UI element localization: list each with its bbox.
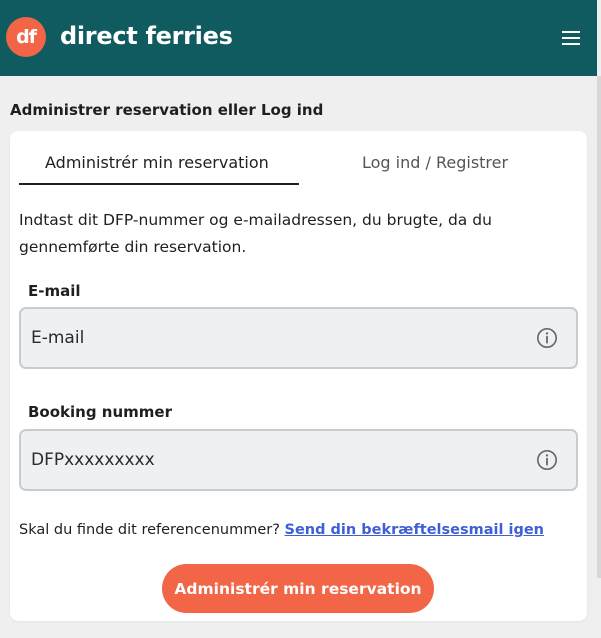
reference-help-text: Skal du finde dit referencenummer? Send … bbox=[19, 522, 544, 538]
booking-number-input[interactable] bbox=[31, 431, 511, 489]
tab-manage-reservation[interactable]: Administrér min reservation bbox=[45, 153, 269, 172]
email-input[interactable] bbox=[31, 309, 511, 367]
email-label: E-mail bbox=[28, 282, 81, 300]
resend-confirmation-link[interactable]: Send din bekræftelsesmail igen bbox=[285, 522, 544, 538]
menu-line-bottom bbox=[562, 43, 580, 45]
page-title: Administrer reservation eller Log ind bbox=[10, 101, 324, 119]
hamburger-menu-icon[interactable] bbox=[562, 31, 582, 47]
tab-login-register[interactable]: Log ind / Registrer bbox=[362, 153, 508, 172]
direct-ferries-logo[interactable]: df bbox=[6, 17, 46, 57]
reservation-card: Administrér min reservation Log ind / Re… bbox=[10, 131, 587, 621]
email-field-container bbox=[19, 307, 578, 369]
booking-number-label: Booking nummer bbox=[28, 403, 172, 421]
menu-line-top bbox=[562, 31, 580, 33]
booking-number-field-container bbox=[19, 429, 578, 491]
info-circle-icon[interactable] bbox=[536, 327, 558, 349]
top-navigation-bar: df direct ferries bbox=[0, 0, 597, 76]
active-tab-indicator bbox=[19, 183, 299, 185]
reference-help-question: Skal du finde dit referencenummer? bbox=[19, 522, 280, 538]
menu-line-middle bbox=[562, 37, 580, 39]
manage-reservation-button[interactable]: Administrér min reservation bbox=[162, 564, 434, 613]
scrollbar[interactable] bbox=[597, 76, 601, 578]
brand-name[interactable]: direct ferries bbox=[60, 22, 233, 50]
info-circle-icon[interactable] bbox=[536, 449, 558, 471]
form-description: Indtast dit DFP-nummer og e-mailadressen… bbox=[19, 211, 492, 256]
